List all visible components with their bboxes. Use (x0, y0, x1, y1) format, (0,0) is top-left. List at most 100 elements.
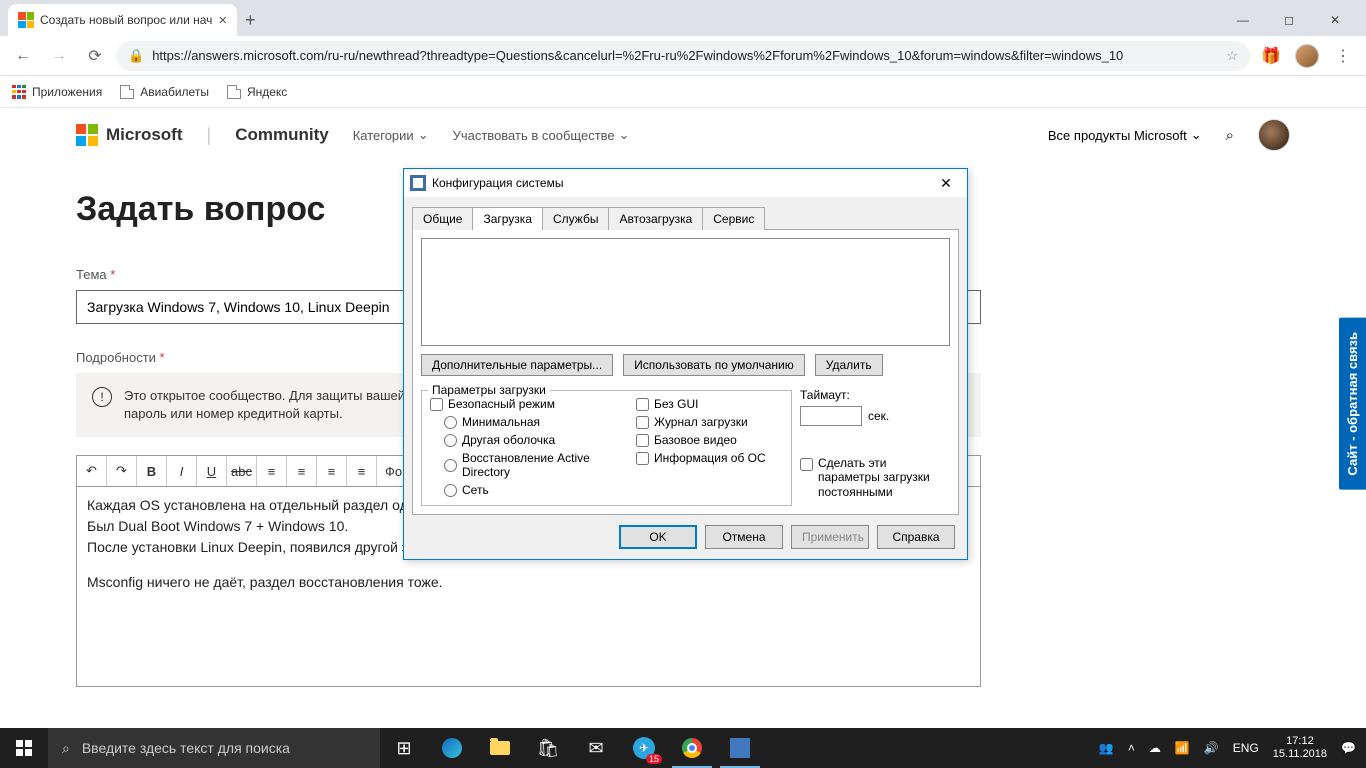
community-link[interactable]: Community (235, 125, 329, 145)
browser-toolbar: ← → ⟳ 🔒 https://answers.microsoft.com/ru… (0, 36, 1366, 76)
nav-participate[interactable]: Участвовать в сообществе ⌄ (453, 127, 630, 143)
default-button[interactable]: Использовать по умолчанию (623, 354, 805, 376)
strike-button[interactable]: abc (227, 456, 257, 486)
advanced-button[interactable]: Дополнительные параметры... (421, 354, 613, 376)
mail-taskbar-icon[interactable]: ✉ (572, 728, 620, 768)
align-left-button[interactable]: ≡ (257, 456, 287, 486)
tab-general[interactable]: Общие (412, 207, 473, 230)
dialog-footer: OK Отмена Применить Справка (404, 515, 967, 559)
bold-button[interactable]: B (137, 456, 167, 486)
safe-mode-checkbox[interactable]: Безопасный режим (430, 397, 620, 411)
people-icon[interactable]: 👥 (1099, 741, 1114, 755)
start-button[interactable] (0, 728, 48, 768)
search-icon: ⌕ (62, 740, 70, 757)
site-header: Microsoft | Community Категории ⌄ Участв… (0, 108, 1366, 162)
lock-icon: 🔒 (128, 48, 144, 64)
bookmark-1[interactable]: Авиабилеты (120, 85, 209, 99)
edge-taskbar-icon[interactable] (428, 728, 476, 768)
redo-button[interactable]: ↷ (107, 456, 137, 486)
back-button[interactable]: ← (8, 41, 38, 71)
menu-icon[interactable]: ⋮ (1328, 41, 1358, 71)
browser-tab[interactable]: Создать новый вопрос или нач × (8, 4, 237, 36)
maximize-button[interactable]: ◻ (1266, 5, 1312, 35)
new-tab-button[interactable]: + (245, 10, 256, 31)
bookmark-2[interactable]: Яндекс (227, 85, 287, 99)
search-placeholder: Введите здесь текст для поиска (82, 740, 290, 756)
profile-icon[interactable] (1292, 41, 1322, 71)
user-avatar[interactable] (1258, 119, 1290, 151)
search-icon[interactable]: ⌕ (1226, 127, 1234, 144)
ok-button[interactable]: OK (619, 525, 697, 549)
nav-categories[interactable]: Категории ⌄ (353, 127, 429, 143)
tray-chevron-icon[interactable]: ˄ (1128, 741, 1135, 755)
timeout-label: Таймаут: (800, 388, 950, 402)
close-tab-icon[interactable]: × (218, 12, 227, 29)
bootlog-checkbox[interactable]: Журнал загрузки (636, 415, 766, 429)
tab-startup[interactable]: Автозагрузка (608, 207, 703, 230)
minimize-button[interactable]: — (1220, 5, 1266, 35)
basevideo-checkbox[interactable]: Базовое видео (636, 433, 766, 447)
minimal-radio[interactable]: Минимальная (430, 415, 620, 429)
language-indicator[interactable]: ENG (1233, 741, 1259, 755)
taskbar-search[interactable]: ⌕ Введите здесь текст для поиска (48, 728, 380, 768)
microsoft-logo[interactable]: Microsoft (76, 124, 183, 146)
chevron-down-icon: ⌄ (619, 127, 630, 143)
onedrive-icon[interactable]: ☁ (1149, 741, 1161, 755)
system-tray: 👥 ˄ ☁ 📶 🔊 ENG 17:12 15.11.2018 💬 (1089, 735, 1366, 761)
nogui-checkbox[interactable]: Без GUI (636, 397, 766, 411)
chrome-taskbar-icon[interactable] (668, 728, 716, 768)
file-icon (227, 85, 241, 99)
star-icon[interactable]: ☆ (1226, 48, 1238, 64)
osinfo-checkbox[interactable]: Информация об ОС (636, 451, 766, 465)
address-bar[interactable]: 🔒 https://answers.microsoft.com/ru-ru/ne… (116, 41, 1250, 71)
boot-listbox[interactable] (421, 238, 950, 346)
url-text: https://answers.microsoft.com/ru-ru/newt… (152, 48, 1218, 63)
ms-squares-icon (76, 124, 98, 146)
italic-button[interactable]: I (167, 456, 197, 486)
close-window-button[interactable]: ✕ (1312, 5, 1358, 35)
msconfig-icon (410, 175, 426, 191)
justify-button[interactable]: ≡ (347, 456, 377, 486)
feedback-tab[interactable]: Сайт - обратная связь (1339, 318, 1366, 490)
divider: | (207, 125, 212, 146)
volume-icon[interactable]: 🔊 (1204, 741, 1219, 755)
apps-bookmark[interactable]: Приложения (12, 85, 102, 99)
wifi-icon[interactable]: 📶 (1175, 741, 1190, 755)
taskbar: ⌕ Введите здесь текст для поиска ⊞ 🛍 ✉ ✈… (0, 728, 1366, 768)
align-right-button[interactable]: ≡ (317, 456, 347, 486)
apply-button[interactable]: Применить (791, 525, 869, 549)
undo-button[interactable]: ↶ (77, 456, 107, 486)
underline-button[interactable]: U (197, 456, 227, 486)
dialog-close-button[interactable]: ✕ (931, 172, 961, 194)
dialog-tabs: Общие Загрузка Службы Автозагрузка Серви… (404, 197, 967, 230)
all-products-link[interactable]: Все продукты Microsoft ⌄ (1048, 127, 1202, 143)
adrepair-radio[interactable]: Восстановление Active Directory (430, 451, 620, 479)
gift-icon[interactable]: 🎁 (1256, 41, 1286, 71)
tab-services[interactable]: Службы (542, 207, 609, 230)
info-icon: ! (92, 387, 112, 407)
forward-button[interactable]: → (44, 41, 74, 71)
tab-strip: Создать новый вопрос или нач × + — ◻ ✕ (0, 0, 1366, 36)
tab-title: Создать новый вопрос или нач (40, 13, 212, 27)
bookmarks-bar: Приложения Авиабилеты Яндекс (0, 76, 1366, 108)
delete-button[interactable]: Удалить (815, 354, 883, 376)
dialog-titlebar[interactable]: Конфигурация системы ✕ (404, 169, 967, 197)
tab-boot[interactable]: Загрузка (472, 207, 543, 230)
task-view-icon[interactable]: ⊞ (380, 728, 428, 768)
notifications-icon[interactable]: 💬 (1341, 741, 1356, 755)
telegram-taskbar-icon[interactable]: ✈15 (620, 728, 668, 768)
cancel-button[interactable]: Отмена (705, 525, 783, 549)
timeout-input[interactable] (800, 406, 862, 426)
msconfig-taskbar-icon[interactable] (716, 728, 764, 768)
altshell-radio[interactable]: Другая оболочка (430, 433, 620, 447)
align-center-button[interactable]: ≡ (287, 456, 317, 486)
store-taskbar-icon[interactable]: 🛍 (524, 728, 572, 768)
tab-tools[interactable]: Сервис (702, 207, 765, 230)
network-radio[interactable]: Сеть (430, 483, 620, 497)
help-button[interactable]: Справка (877, 525, 955, 549)
explorer-taskbar-icon[interactable] (476, 728, 524, 768)
brand-text: Microsoft (106, 125, 183, 145)
permanent-checkbox[interactable]: Сделать эти параметры загрузки постоянны… (800, 456, 950, 499)
reload-button[interactable]: ⟳ (80, 41, 110, 71)
clock[interactable]: 17:12 15.11.2018 (1273, 735, 1327, 761)
